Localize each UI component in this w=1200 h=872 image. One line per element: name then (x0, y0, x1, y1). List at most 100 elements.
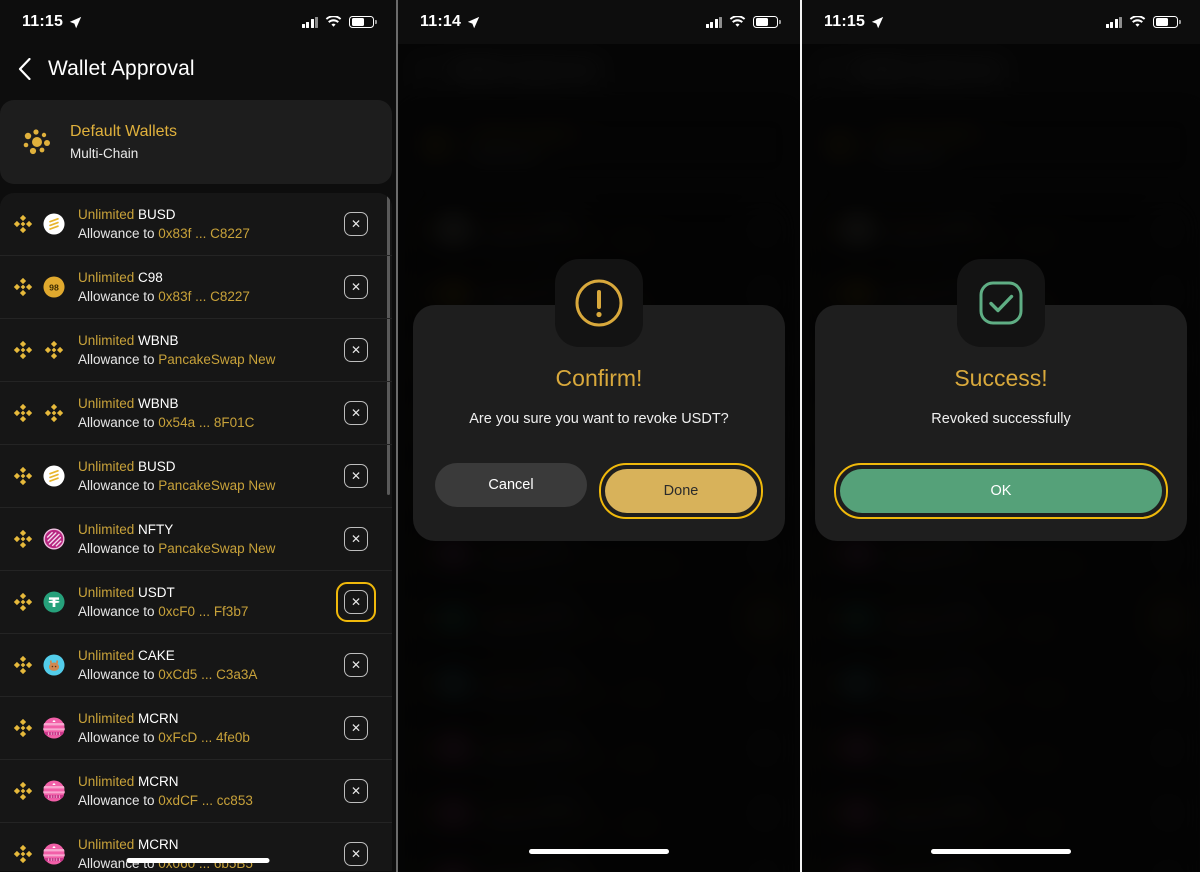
allowance-prefix: Allowance to (78, 730, 159, 745)
token-symbol: MCRN (134, 774, 179, 789)
back-chevron-icon[interactable] (18, 58, 31, 80)
cancel-button[interactable]: Cancel (435, 463, 587, 507)
navigation-bar: Wallet Approval (0, 44, 396, 94)
allowance-amount: Unlimited (78, 711, 135, 726)
dialog-badge (957, 259, 1045, 347)
approval-amount-line: Unlimited C98 (78, 270, 336, 285)
battery-icon (753, 15, 781, 29)
close-x-icon[interactable]: ✕ (344, 590, 368, 614)
close-x-icon[interactable]: ✕ (344, 716, 368, 740)
dialog-actions: OK (833, 463, 1169, 519)
approval-row[interactable]: Unlimited NFTY Allowance to PancakeSwap N… (0, 508, 392, 571)
status-bar-left: 11:15 (22, 13, 82, 31)
approval-row-text: Unlimited MCRN Allowance to 0xFcD ... 4fe… (78, 711, 336, 745)
bnb-chain-icon (13, 655, 33, 675)
close-x-icon[interactable]: ✕ (344, 653, 368, 677)
token-symbol: BUSD (134, 459, 176, 474)
three-screen-comparison: 11:15 Wallet Approval Default Wallets Mu… (0, 0, 1200, 872)
approval-amount-line: Unlimited MCRN (78, 774, 336, 789)
close-x-icon[interactable]: ✕ (344, 212, 368, 236)
revoke-button-wrap: ✕ (336, 708, 376, 748)
wifi-icon (325, 16, 342, 27)
allowance-spender-line: Allowance to PancakeSwap New (78, 352, 336, 367)
token-symbol: C98 (134, 270, 163, 285)
approval-row[interactable]: Unlimited CAKE Allowance to 0xCd5 ... C3a… (0, 634, 392, 697)
close-x-icon[interactable]: ✕ (344, 275, 368, 299)
success-dialog: Success! Revoked successfully OK (815, 259, 1187, 541)
close-x-icon[interactable]: ✕ (344, 338, 368, 362)
done-button[interactable]: Done (605, 469, 757, 513)
bnb-chain-icon (13, 403, 33, 423)
cellular-signal-icon (1105, 16, 1122, 28)
approval-amount-line: Unlimited MCRN (78, 837, 336, 852)
approval-row[interactable]: Unlimited WBNB Allowance to PancakeSwap N… (0, 319, 392, 382)
page-title: Wallet Approval (48, 57, 195, 80)
busd-token-icon (43, 465, 65, 487)
spender-address[interactable]: 0x54a ... 8F01C (158, 415, 254, 430)
allowance-amount: Unlimited (78, 270, 135, 285)
spender-address[interactable]: 0xdCF ... cc853 (158, 793, 253, 808)
approval-row-text: Unlimited MCRN Allowance to 0xdCF ... cc8… (78, 774, 336, 808)
allowance-spender-line: Allowance to 0x83f ... C8227 (78, 226, 336, 241)
spender-address[interactable]: 0x83f ... C8227 (158, 289, 250, 304)
approval-row[interactable]: Unlimited USDT Allowance to 0xcF0 ... Ff3… (0, 571, 392, 634)
close-x-icon[interactable]: ✕ (344, 464, 368, 488)
approval-row[interactable]: Unlimited MCRNAllowance to 0x060 ... 6b5… (0, 823, 392, 871)
approval-row[interactable]: Unlimited WBNB Allowance to 0x54a ... 8F0… (0, 382, 392, 445)
wifi-icon (1129, 16, 1146, 27)
approval-amount-line: Unlimited BUSD (78, 207, 336, 222)
spender-address[interactable]: PancakeSwap New (158, 352, 275, 367)
token-symbol: WBNB (134, 333, 179, 348)
revoke-button-wrap: ✕ (336, 645, 376, 685)
spender-address[interactable]: 0xcF0 ... Ff3b7 (158, 604, 248, 619)
close-x-icon[interactable]: ✕ (344, 779, 368, 803)
bnb-chain-icon (13, 718, 33, 738)
success-modal-layer: Success! Revoked successfully OK (802, 0, 1200, 872)
busd-token-icon (43, 213, 65, 235)
approval-row[interactable]: Unlimited MCRN Allowance to 0xFcD ... 4fe… (0, 697, 392, 760)
approval-row[interactable]: Unlimited MCRN Allowance to 0xdCF ... cc8… (0, 760, 392, 823)
approval-list[interactable]: Unlimited BUSD Allowance to 0x83f ... C82… (0, 193, 392, 871)
approval-row[interactable]: 98 Unlimited C98 Allowance to 0x83f ... C8… (0, 256, 392, 319)
default-wallet-card[interactable]: Default Wallets Multi-Chain (0, 100, 392, 184)
dialog-message: Are you sure you want to revoke USDT? (469, 411, 729, 427)
success-check-icon (979, 281, 1023, 325)
screen-confirm-dialog: 11:14 Wallet Approval Default WalletsMul… (396, 0, 800, 872)
location-arrow-icon (871, 16, 884, 28)
dialog-title: Success! (954, 365, 1048, 391)
dialog-title: Confirm! (555, 365, 643, 391)
battery-icon (1153, 15, 1181, 29)
allowance-prefix: Allowance to (78, 226, 159, 241)
revoke-button-wrap: ✕ (336, 834, 376, 871)
allowance-amount: Unlimited (78, 774, 135, 789)
approval-row[interactable]: Unlimited BUSD Allowance to PancakeSwap N… (0, 445, 392, 508)
revoke-button-wrap: ✕ (336, 267, 376, 307)
close-x-icon[interactable]: ✕ (344, 527, 368, 551)
battery-icon (349, 15, 377, 29)
status-time: 11:14 (420, 13, 462, 30)
spender-address[interactable]: 0x83f ... C8227 (158, 226, 250, 241)
nfty-token-icon (43, 528, 65, 550)
status-time: 11:15 (22, 13, 64, 30)
approval-amount-line: Unlimited USDT (78, 585, 336, 600)
status-bar: 11:14 (398, 0, 800, 44)
spender-address[interactable]: PancakeSwap New (158, 541, 275, 556)
allowance-prefix: Allowance to (78, 415, 159, 430)
close-x-icon[interactable]: ✕ (344, 401, 368, 425)
status-bar-right (301, 15, 377, 29)
home-indicator (931, 849, 1071, 854)
approval-row-text: Unlimited USDT Allowance to 0xcF0 ... Ff3… (78, 585, 336, 619)
approval-row-text: Unlimited BUSD Allowance to 0x83f ... C82… (78, 207, 336, 241)
close-x-icon[interactable]: ✕ (344, 842, 368, 866)
spender-address[interactable]: 0xFcD ... 4fe0b (158, 730, 250, 745)
revoke-button-focus-ring: ✕ (336, 582, 376, 622)
allowance-prefix: Allowance to (78, 541, 159, 556)
cake-token-icon (43, 654, 65, 676)
approval-row[interactable]: Unlimited BUSD Allowance to 0x83f ... C82… (0, 193, 392, 256)
allowance-amount: Unlimited (78, 207, 135, 222)
token-symbol: MCRN (134, 711, 179, 726)
spender-address[interactable]: 0xCd5 ... C3a3A (158, 667, 257, 682)
ok-button[interactable]: OK (840, 469, 1162, 513)
bnb-chain-icon (13, 844, 33, 864)
spender-address[interactable]: PancakeSwap New (158, 478, 275, 493)
